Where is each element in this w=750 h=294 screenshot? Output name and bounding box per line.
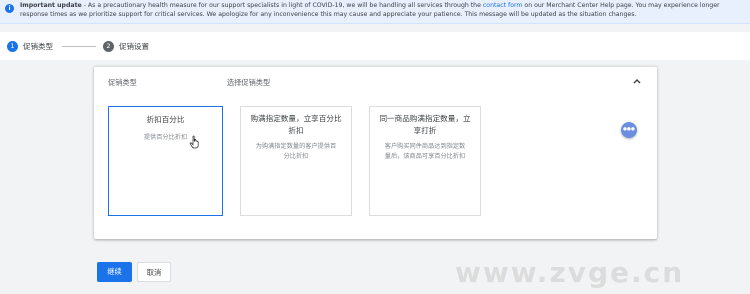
stepper: 1 促销类型 2 促销设置 [0,32,750,60]
option-title: 同一商品购满指定数量，立享打折 [379,114,471,135]
step-connector [62,46,96,47]
banner-title: Important update [20,2,82,9]
option-description: 客户购买同件商品达到指定数量后，该商品可享百分比折扣 [384,143,466,160]
chevron-up-icon[interactable] [631,75,643,87]
step-promotion-type[interactable]: 1 促销类型 [7,40,53,52]
cancel-button[interactable]: 取消 [137,262,171,282]
banner-text: - As a precautionary health measure for … [81,2,483,9]
hand-cursor-icon [189,135,199,149]
step-number-badge: 2 [103,40,114,52]
option-title: 购满指定数量，立享百分比折扣 [250,114,342,135]
important-update-banner: i Important update - As a precautionary … [0,0,750,24]
option-percent-discount[interactable]: 折扣百分比 提供百分比折扣 [108,106,223,216]
continue-button[interactable]: 继续 [97,262,132,282]
step-promotion-settings[interactable]: 2 促销设置 [103,40,149,52]
option-description: 为购满指定数量的客户提供百分比折扣 [255,143,337,160]
divider [94,66,657,67]
step-number-badge: 1 [7,40,18,52]
floating-assistant-icon[interactable]: ●●● [621,122,637,138]
section-label: 促销类型 [108,78,137,87]
option-description: 提供百分比折扣 [143,134,188,141]
section-subtitle: 选择促销类型 [227,78,271,87]
option-title: 折扣百分比 [146,115,185,124]
option-same-item-quantity[interactable]: 同一商品购满指定数量，立享打折 客户购买同件商品达到指定数量后，该商品可享百分比… [369,106,481,216]
step-label: 促销类型 [23,41,53,51]
option-buy-quantity-percent[interactable]: 购满指定数量，立享百分比折扣 为购满指定数量的客户提供百分比折扣 [240,106,352,216]
info-icon: i [5,4,14,13]
contact-form-link[interactable]: contact form [483,2,523,9]
step-label: 促销设置 [119,41,149,51]
promotion-type-card: 促销类型 选择促销类型 折扣百分比 提供百分比折扣 购满指定数量，立享百分比折扣… [94,66,657,239]
watermark: www.zvge.cn [455,256,685,289]
